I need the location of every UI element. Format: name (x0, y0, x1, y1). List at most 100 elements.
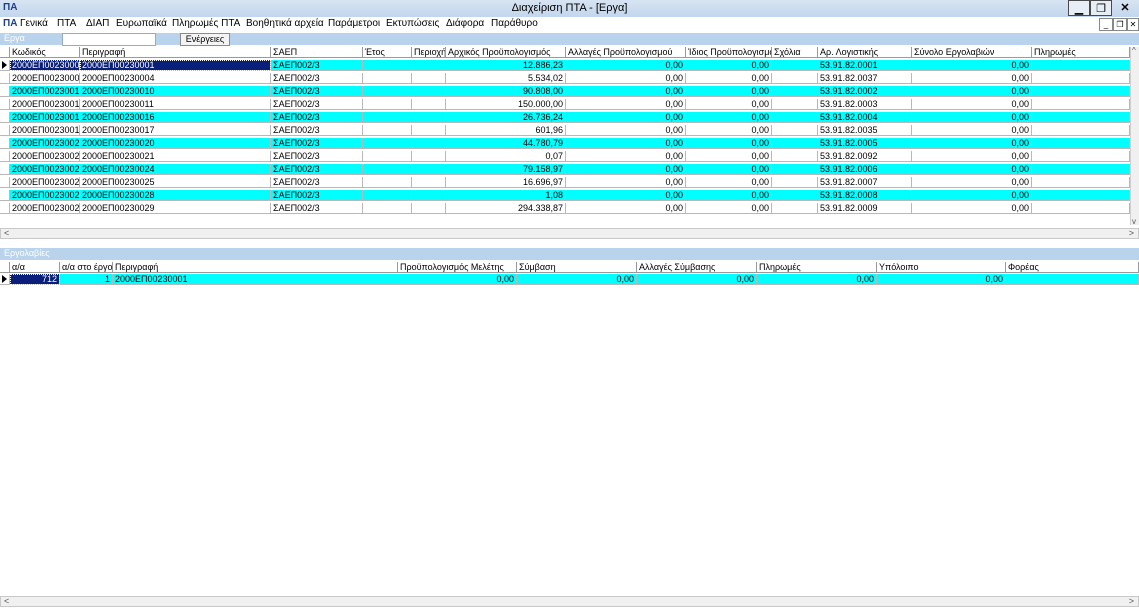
erga-cell[interactable]: 53.91.82.0037 (818, 73, 912, 84)
erga-cell[interactable]: 0,00 (912, 125, 1032, 136)
erga-cell[interactable] (363, 151, 412, 162)
erga-cell[interactable] (772, 177, 818, 188)
erga-cell[interactable]: 2000ΕΠ00230017 (80, 125, 271, 136)
erga-column-header[interactable]: Κωδικός (10, 47, 80, 58)
erga-cell[interactable]: ΣΑΕΠ002/3 (271, 60, 363, 71)
erga-row[interactable]: 2000ΕΠ00230024 2000ΕΠ00230024 ΣΑΕΠ002/3 79.… (0, 164, 1130, 176)
erga-row[interactable]: 2000ΕΠ00230029 2000ΕΠ00230029 ΣΑΕΠ002/3 294… (0, 203, 1130, 215)
erga-cell[interactable]: 0,00 (912, 86, 1032, 97)
erga-cell[interactable]: ΣΑΕΠ002/3 (271, 203, 363, 214)
erga-cell[interactable]: 0,00 (566, 86, 686, 97)
erga-cell[interactable] (363, 86, 412, 97)
erga-cell[interactable]: ΣΑΕΠ002/3 (271, 86, 363, 97)
erga-cell[interactable]: 53.91.82.0009 (818, 203, 912, 214)
erga-cell[interactable]: 0,00 (566, 60, 686, 71)
erga-cell[interactable] (772, 86, 818, 97)
erga-column-header[interactable]: Περιγραφή (80, 47, 271, 58)
erga-cell[interactable] (772, 190, 818, 201)
erga-column-header[interactable]: Έτος (363, 47, 412, 58)
erga-cell[interactable]: 0,00 (566, 203, 686, 214)
erga-cell[interactable]: 26.736,24 (446, 112, 566, 123)
erga-column-header[interactable]: Σχόλια (772, 47, 818, 58)
menu-item-pliromes-pta[interactable]: Πληρωμές ΠΤΑ (172, 18, 240, 29)
erga-cell[interactable]: ΣΑΕΠ002/3 (271, 190, 363, 201)
erga-cell[interactable] (772, 203, 818, 214)
row-indicator[interactable] (0, 164, 10, 175)
mdi-close-button[interactable]: ✕ (1127, 18, 1139, 31)
erga-cell[interactable]: 16.696,97 (446, 177, 566, 188)
ergolavies-row[interactable]: 712 1 2000ΕΠ00230001 0,00 0,00 0,00 0,00 0,00 (0, 274, 1139, 286)
row-indicator[interactable] (0, 177, 10, 188)
erga-cell[interactable]: ΣΑΕΠ002/3 (271, 112, 363, 123)
erga-cell[interactable] (363, 73, 412, 84)
ergolavies-cell[interactable]: 0,00 (877, 274, 1006, 285)
erga-cell[interactable]: ΣΑΕΠ002/3 (271, 164, 363, 175)
erga-cell[interactable]: 2000ΕΠ00230001 (10, 60, 80, 71)
erga-cell[interactable]: 0,00 (686, 86, 772, 97)
erga-cell[interactable]: ΣΑΕΠ002/3 (271, 125, 363, 136)
erga-cell[interactable]: 0,00 (686, 138, 772, 149)
erga-cell[interactable] (1032, 125, 1130, 136)
erga-cell[interactable] (412, 60, 446, 71)
erga-cell[interactable] (1032, 112, 1130, 123)
erga-cell[interactable]: 0,00 (566, 125, 686, 136)
erga-cell[interactable]: 2000ΕΠ00230029 (80, 203, 271, 214)
erga-cell[interactable]: 0,00 (912, 190, 1032, 201)
erga-cell[interactable] (1032, 138, 1130, 149)
erga-cell[interactable]: 0,00 (912, 60, 1032, 71)
erga-cell[interactable]: 2000ΕΠ00230004 (80, 73, 271, 84)
erga-cell[interactable]: 2000ΕΠ00230024 (80, 164, 271, 175)
erga-row[interactable]: 2000ΕΠ00230016 2000ΕΠ00230016 ΣΑΕΠ002/3 26.… (0, 112, 1130, 124)
erga-cell[interactable] (1032, 203, 1130, 214)
erga-cell[interactable]: 2000ΕΠ00230021 (80, 151, 271, 162)
erga-cell[interactable]: 2000ΕΠ00230025 (80, 177, 271, 188)
menu-item-parathyro[interactable]: Παράθυρο (491, 18, 538, 29)
erga-cell[interactable]: 2000ΕΠ00230016 (80, 112, 271, 123)
erga-cell[interactable]: 2000ΕΠ00230016 (10, 112, 80, 123)
erga-cell[interactable]: 0,00 (912, 138, 1032, 149)
erga-cell[interactable]: 2000ΕΠ00230004 (10, 73, 80, 84)
erga-cell[interactable] (363, 203, 412, 214)
erga-cell[interactable] (1032, 177, 1130, 188)
erga-cell[interactable]: 0,00 (566, 73, 686, 84)
erga-cell[interactable]: 0,00 (566, 177, 686, 188)
menu-item-ektyposeis[interactable]: Εκτυπώσεις (386, 18, 439, 29)
menu-item-voithitika[interactable]: Βοηθητικά αρχεία (246, 18, 324, 29)
ergolavies-column-header[interactable]: α/α (10, 262, 60, 273)
erga-cell[interactable]: 53.91.82.0001 (818, 60, 912, 71)
ergolavies-column-header[interactable]: Προϋπολογισμός Μελέτης (398, 262, 517, 273)
erga-cell[interactable]: ΣΑΕΠ002/3 (271, 151, 363, 162)
scroll-right-icon[interactable]: > (1129, 228, 1134, 238)
ergolavies-column-header[interactable]: Περιγραφή (113, 262, 398, 273)
erga-cell[interactable] (412, 112, 446, 123)
row-indicator[interactable] (0, 125, 10, 136)
erga-cell[interactable]: ΣΑΕΠ002/3 (271, 73, 363, 84)
maximize-button[interactable]: ❐ (1090, 0, 1112, 16)
erga-cell[interactable] (772, 60, 818, 71)
erga-row[interactable]: 2000ΕΠ00230011 2000ΕΠ00230011 ΣΑΕΠ002/3 150… (0, 99, 1130, 111)
row-indicator[interactable] (0, 112, 10, 123)
erga-cell[interactable]: 0,00 (912, 99, 1032, 110)
erga-cell[interactable] (412, 190, 446, 201)
erga-cell[interactable]: 0,00 (566, 99, 686, 110)
menu-item-europaika[interactable]: Ευρωπαϊκά (116, 18, 167, 29)
erga-cell[interactable] (1032, 164, 1130, 175)
erga-cell[interactable]: 2000ΕΠ00230011 (10, 99, 80, 110)
erga-cell[interactable]: 2000ΕΠ00230010 (80, 86, 271, 97)
erga-cell[interactable]: 2000ΕΠ00230025 (10, 177, 80, 188)
mdi-restore-button[interactable]: ❐ (1113, 18, 1127, 31)
erga-cell[interactable]: 53.91.82.0035 (818, 125, 912, 136)
erga-cell[interactable] (412, 203, 446, 214)
erga-cell[interactable]: 44.780,79 (446, 138, 566, 149)
ergolavies-horizontal-scrollbar[interactable]: < > (0, 596, 1139, 607)
ergolavies-cell[interactable]: 712 (10, 274, 60, 285)
row-indicator[interactable] (0, 73, 10, 84)
erga-row[interactable]: 2000ΕΠ00230017 2000ΕΠ00230017 ΣΑΕΠ002/3 601… (0, 125, 1130, 137)
ergolavies-cell[interactable] (1006, 274, 1139, 285)
erga-cell[interactable]: 2000ΕΠ00230028 (10, 190, 80, 201)
ergolavies-column-header[interactable]: Σύμβαση (517, 262, 637, 273)
erga-cell[interactable]: 0,00 (566, 112, 686, 123)
erga-cell[interactable]: 0,00 (912, 203, 1032, 214)
erga-cell[interactable]: 0,00 (686, 203, 772, 214)
menu-item-pta[interactable]: ΠΤΑ (57, 18, 76, 29)
